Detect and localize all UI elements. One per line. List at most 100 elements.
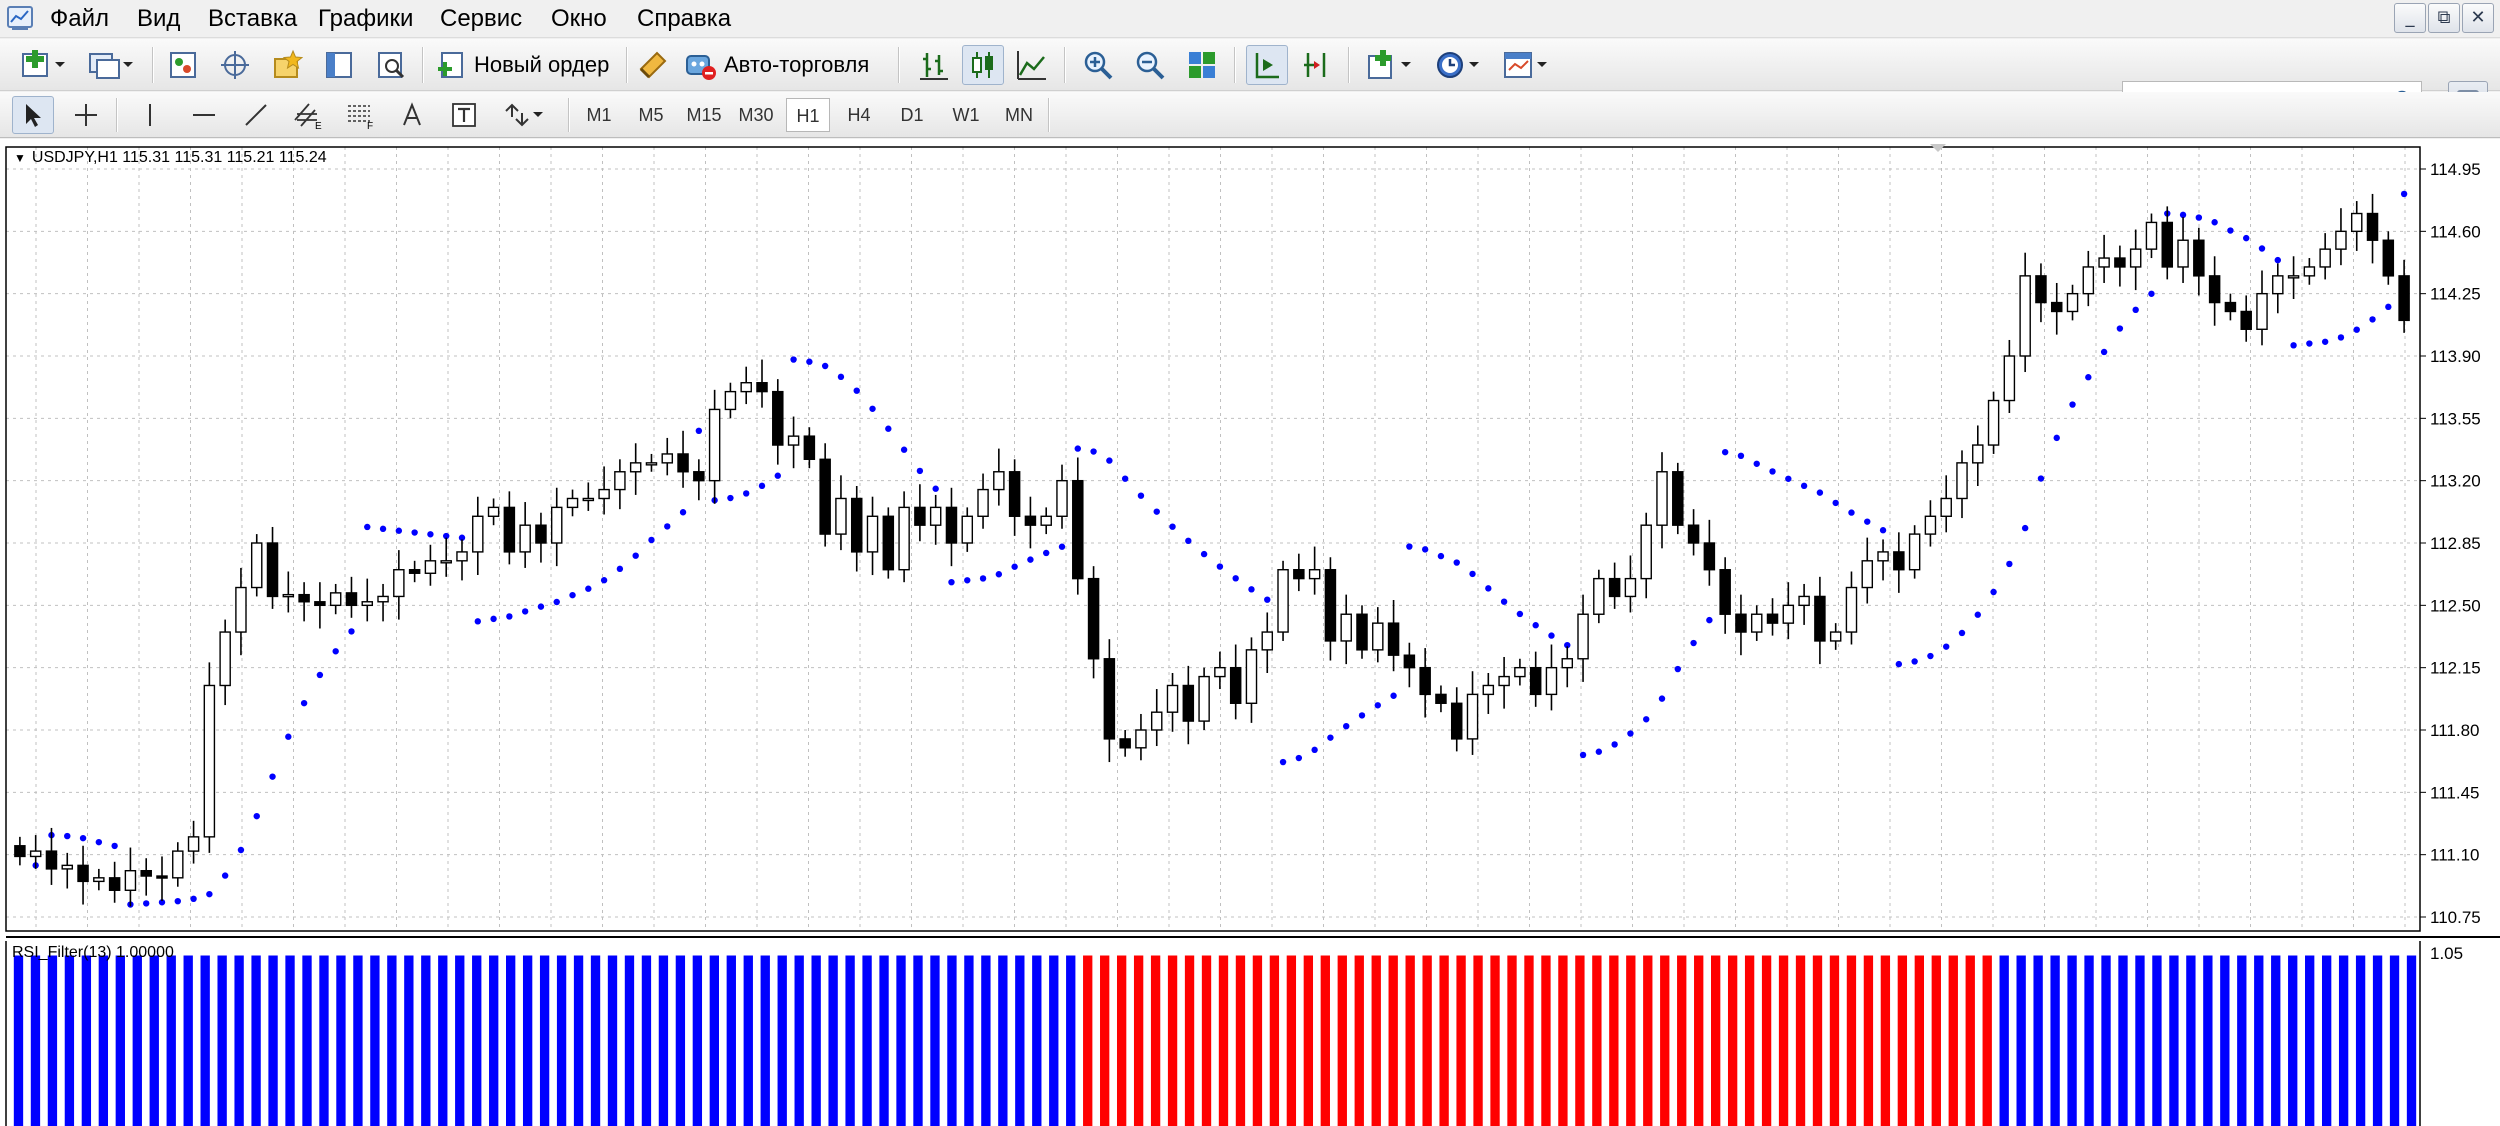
candle-bull — [282, 593, 295, 598]
sar-dot — [2021, 524, 2029, 532]
sar-dot — [900, 446, 908, 453]
sar-dot — [1485, 585, 1492, 592]
candle-bear — [140, 869, 152, 877]
strategy-tester-button[interactable] — [372, 47, 410, 83]
text-button[interactable] — [392, 98, 432, 132]
candle-bull — [2319, 248, 2331, 268]
autotrading-button[interactable]: Авто-торговля — [684, 47, 880, 83]
candle-bear — [1687, 524, 1700, 544]
menu-tools[interactable]: Сервис — [440, 5, 522, 33]
candle-bull — [393, 569, 405, 598]
timeframe-m30[interactable]: M30 — [734, 98, 778, 132]
menu-insert[interactable]: Вставка — [208, 5, 297, 33]
candle-bear — [693, 471, 705, 482]
navigator-button[interactable] — [268, 47, 306, 83]
menu-charts[interactable]: Графики — [318, 5, 413, 33]
candle-bull — [519, 524, 531, 553]
candle-bull — [2303, 266, 2316, 277]
timeframe-mn[interactable]: MN — [996, 98, 1042, 132]
arrows-button[interactable] — [496, 98, 550, 132]
timeframe-d1[interactable]: D1 — [890, 98, 934, 132]
auto-scroll-button[interactable] — [1246, 45, 1288, 85]
profiles-button[interactable] — [82, 47, 140, 83]
timeframe-h1[interactable]: H1 — [786, 98, 830, 132]
menu-file[interactable]: Файл — [50, 5, 109, 33]
sar-dot — [1248, 586, 1255, 593]
timeframe-m1[interactable]: M1 — [578, 98, 620, 132]
close-window-button[interactable]: ✕ — [2462, 3, 2494, 33]
zoom-in-button[interactable] — [1078, 47, 1118, 83]
menu-help[interactable]: Справка — [637, 5, 731, 33]
fibonacci-button[interactable]: F — [340, 98, 380, 132]
sar-dot — [837, 373, 845, 381]
candle-bull — [961, 515, 974, 544]
new-order-button[interactable]: Новый ордер — [436, 47, 620, 83]
sar-dot — [1769, 468, 1776, 475]
timeframe-m5[interactable]: M5 — [630, 98, 672, 132]
sar-dot — [1421, 546, 1429, 553]
timeframe-m15[interactable]: M15 — [682, 98, 726, 132]
sar-dot — [1721, 448, 1729, 456]
profiles-icon — [89, 53, 120, 79]
candle-bear — [1719, 569, 1731, 615]
candle-bull — [61, 864, 74, 870]
price-tick-label: 112.85 — [2430, 534, 2481, 553]
templates-button[interactable] — [1496, 47, 1554, 83]
candlestick-chart-button[interactable] — [962, 45, 1004, 85]
candle-bear — [2240, 310, 2252, 330]
sar-dot — [1437, 552, 1445, 560]
horizontal-line-button[interactable] — [184, 98, 224, 132]
zoom-out-button[interactable] — [1130, 47, 1170, 83]
template-icon — [1504, 52, 1532, 78]
sar-dot — [1295, 754, 1303, 762]
metaeditor-button[interactable] — [634, 47, 672, 83]
terminal-button[interactable] — [320, 47, 358, 83]
sar-dot — [1832, 499, 1839, 507]
periods-button[interactable] — [1428, 47, 1486, 83]
equidistant-channel-button[interactable]: E — [288, 98, 328, 132]
candle-bull — [1482, 684, 1495, 696]
data-window-button[interactable] — [216, 47, 254, 83]
menu-view[interactable]: Вид — [137, 5, 180, 33]
sar-dot — [600, 577, 608, 584]
sar-dot — [1169, 523, 1176, 530]
standard-toolbar: Новый ордер Авто-торговля — [0, 39, 2500, 119]
candle-bear — [45, 850, 58, 870]
vertical-line-button[interactable] — [130, 98, 170, 132]
sar-dot — [1990, 588, 1997, 596]
timeframe-w1[interactable]: W1 — [944, 98, 988, 132]
trendline-button[interactable] — [236, 98, 276, 132]
price-chart[interactable]: 114.95 114.60 114.25 113.90 113.55 113.20 112.… — [0, 139, 2500, 1126]
minimize-button[interactable]: _ — [2394, 3, 2426, 33]
text-label-icon — [452, 103, 476, 127]
bar-chart-button[interactable] — [914, 47, 954, 83]
chart-shift-button[interactable] — [1296, 47, 1336, 83]
cursor-button[interactable] — [12, 96, 54, 134]
chart-window[interactable]: 114.95 114.60 114.25 113.90 113.55 113.20 112.… — [0, 139, 2500, 1126]
sar-dot — [1516, 610, 1524, 618]
new-chart-button[interactable] — [14, 47, 72, 83]
candle-bear — [1182, 684, 1195, 722]
crosshair-button[interactable] — [66, 98, 106, 132]
line-chart-button[interactable] — [1012, 47, 1052, 83]
sar-dot — [1879, 527, 1887, 534]
sar-dot — [206, 890, 213, 898]
market-watch-button[interactable] — [164, 47, 202, 83]
trendline-icon — [245, 104, 267, 126]
sar-dot — [521, 608, 529, 615]
indicators-button[interactable] — [1360, 47, 1418, 83]
text-label-button[interactable] — [444, 98, 484, 132]
sar-dot — [1216, 563, 1224, 570]
candle-bear — [1293, 569, 1305, 580]
candle-bear — [108, 877, 121, 891]
candle-bull — [1750, 613, 1763, 633]
candle-bull — [835, 497, 847, 535]
tile-windows-button[interactable] — [1182, 47, 1222, 83]
candle-bull — [2129, 248, 2142, 268]
candle-bull — [1861, 560, 1874, 589]
menu-window[interactable]: Окно — [551, 5, 607, 33]
candle-bear — [1608, 577, 1621, 598]
restore-button[interactable]: ⧉ — [2428, 3, 2460, 33]
sar-dot — [1643, 716, 1650, 723]
timeframe-h4[interactable]: H4 — [838, 98, 880, 132]
